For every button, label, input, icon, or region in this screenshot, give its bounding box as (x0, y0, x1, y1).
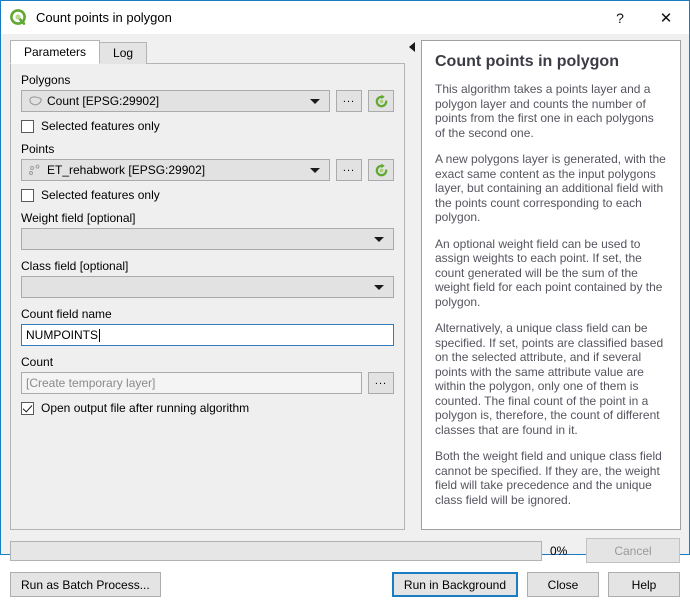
points-value: ET_rehabwork [EPSG:29902] (47, 163, 206, 177)
weight-field-label: Weight field [optional] (21, 211, 136, 225)
close-icon[interactable]: ✕ (643, 1, 689, 34)
dialog-body: Parameters Log Polygons Count [EPSG:2990… (1, 34, 689, 530)
help-button[interactable]: Help (608, 572, 680, 597)
points-selected-only-checkbox[interactable] (21, 188, 34, 202)
help-paragraph: This algorithm takes a points layer and … (435, 82, 654, 140)
polygons-value: Count [EPSG:29902] (47, 94, 160, 108)
dialog-footer: 0% Cancel Run as Batch Process... Run in… (1, 530, 689, 606)
polygons-selected-only-label: Selected features only (41, 119, 160, 133)
text-caret (99, 328, 100, 342)
open-output-row[interactable]: Open output file after running algorithm (21, 401, 394, 415)
output-path-placeholder: [Create temporary layer] (26, 376, 156, 390)
progress-percent: 0% (550, 543, 568, 558)
parameters-panel: Polygons Count [EPSG:29902] ... Selected… (10, 63, 405, 530)
help-pane: Count points in polygon This algorithm t… (421, 34, 689, 530)
open-output-label: Open output file after running algorithm (41, 401, 250, 415)
close-button[interactable]: Close (527, 572, 599, 597)
polygons-selected-only-checkbox[interactable] (21, 119, 34, 133)
tab-parameters[interactable]: Parameters (10, 40, 101, 64)
run-in-background-button[interactable]: Run in Background (391, 572, 518, 597)
chevron-down-icon (310, 167, 320, 173)
chevron-down-icon (310, 98, 320, 104)
qgis-logo-icon (10, 9, 27, 26)
polygons-browse-button[interactable]: ... (336, 90, 362, 112)
parameters-pane: Parameters Log Polygons Count [EPSG:2990… (1, 34, 405, 530)
output-label: Count (21, 355, 54, 369)
refresh-icon (375, 94, 387, 107)
panel-collapse-handle[interactable] (405, 34, 421, 530)
polygons-label: Polygons (21, 73, 71, 87)
help-paragraph: A new polygons layer is generated, with … (435, 152, 666, 224)
help-paragraph: An optional weight field can be used to … (435, 236, 663, 309)
output-browse-button[interactable]: ... (368, 372, 394, 394)
help-paragraph: Both the weight field and unique class f… (435, 449, 662, 507)
progress-bar (10, 540, 542, 561)
count-points-in-polygon-dialog: Count points in polygon ? ✕ Parameters L… (0, 0, 690, 597)
chevron-down-icon (374, 236, 384, 242)
points-label: Points (21, 142, 55, 156)
weight-field-combo[interactable] (21, 228, 394, 250)
refresh-icon (375, 163, 387, 176)
count-field-name-value: NUMPOINTS (26, 328, 98, 342)
polygons-iterate-button[interactable] (368, 90, 394, 112)
points-selected-only-label: Selected features only (41, 188, 160, 202)
help-title-button[interactable]: ? (597, 1, 643, 34)
tab-log[interactable]: Log (99, 42, 148, 64)
polygons-selected-only-row[interactable]: Selected features only (21, 119, 394, 133)
points-selected-only-row[interactable]: Selected features only (21, 188, 394, 202)
points-iterate-button[interactable] (368, 159, 394, 181)
open-output-checkbox[interactable] (21, 401, 34, 415)
class-field-combo[interactable] (21, 276, 394, 298)
window-title: Count points in polygon (36, 10, 172, 25)
point-layer-icon (27, 163, 43, 177)
count-field-name-input[interactable]: NUMPOINTS (21, 324, 394, 346)
points-combo[interactable]: ET_rehabwork [EPSG:29902] (21, 159, 330, 181)
tab-strip: Parameters Log (10, 40, 405, 64)
count-field-name-label: Count field name (21, 307, 112, 321)
title-bar: Count points in polygon ? ✕ (1, 1, 689, 34)
polygon-layer-icon (27, 94, 43, 108)
output-row: [Create temporary layer] ... (21, 372, 394, 394)
output-path-input[interactable]: [Create temporary layer] (21, 372, 362, 394)
progress-row: 0% Cancel (10, 538, 680, 563)
polygons-row: Count [EPSG:29902] ... (21, 90, 394, 112)
button-row: Run as Batch Process... Run in Backgroun… (10, 572, 680, 597)
help-paragraph: Alternatively, a unique class field can … (435, 321, 664, 437)
polygons-combo[interactable]: Count [EPSG:29902] (21, 90, 330, 112)
collapse-left-icon (409, 42, 415, 52)
help-title: Count points in polygon (435, 53, 619, 70)
chevron-down-icon (374, 284, 384, 290)
help-content: Count points in polygon This algorithm t… (421, 40, 681, 530)
points-browse-button[interactable]: ... (336, 159, 362, 181)
points-row: ET_rehabwork [EPSG:29902] ... (21, 159, 394, 181)
run-as-batch-process-button[interactable]: Run as Batch Process... (10, 572, 161, 597)
cancel-button[interactable]: Cancel (586, 538, 680, 563)
class-field-label: Class field [optional] (21, 259, 129, 273)
